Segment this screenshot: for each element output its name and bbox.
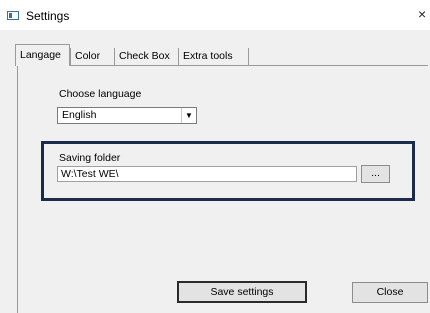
close-icon[interactable]: ×: [418, 7, 426, 21]
choose-language-label: Choose language: [59, 88, 142, 100]
save-settings-button[interactable]: Save settings: [177, 281, 307, 303]
tab-extra-tools[interactable]: Extra tools: [178, 48, 249, 65]
tab-color[interactable]: Color: [70, 48, 113, 65]
title-bar: Settings ×: [0, 0, 430, 30]
tab-check-box[interactable]: Check Box: [114, 48, 178, 65]
saving-folder-highlight-frame: [41, 141, 415, 201]
tab-langage[interactable]: Langage: [15, 44, 70, 66]
chevron-down-icon[interactable]: ▼: [181, 108, 196, 123]
language-select-value: English: [62, 109, 97, 121]
window-app-icon: [7, 11, 19, 20]
window-title: Settings: [26, 9, 70, 23]
language-select[interactable]: English ▼: [57, 107, 197, 124]
close-button[interactable]: Close: [352, 282, 428, 303]
